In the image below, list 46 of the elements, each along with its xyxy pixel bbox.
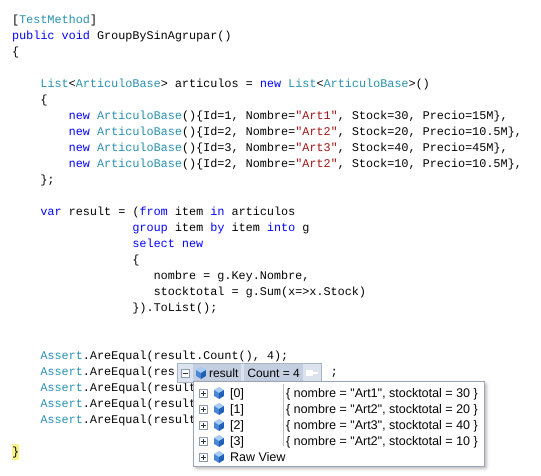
item-name: [3] (230, 433, 244, 449)
variable-name: result (209, 365, 238, 382)
expand-icon[interactable] (199, 388, 208, 398)
code-line: { (132, 252, 140, 268)
code-line: [TestMethod] (12, 12, 97, 28)
code-line: Assert.AreEqual(result (40, 380, 196, 396)
item-name: [1] (230, 401, 244, 417)
code-line: var result = (from item in articulos (40, 204, 296, 220)
item-value: { nombre = "Art2", stocktotal = 20 } (285, 401, 478, 417)
code-line: Assert.AreEqual(result (40, 412, 196, 428)
code-line: group item by item into g (132, 220, 310, 236)
object-icon (214, 451, 224, 463)
code-line: }; (40, 172, 54, 188)
object-icon (214, 387, 224, 399)
variable-value: Count = 4 (244, 364, 303, 382)
item-name: Raw View (230, 449, 286, 465)
code-line: new ArticuloBase(){Id=3, Nombre="Art3", Stock=40, Precio=45M}, (68, 140, 508, 156)
code-line: stocktotal = g.Sum(x=>x.Stock) (154, 284, 366, 300)
collapse-icon[interactable] (181, 368, 190, 378)
expand-icon[interactable] (199, 452, 208, 462)
expand-icon[interactable] (199, 420, 208, 430)
object-icon (196, 367, 206, 379)
code-line: List<ArticuloBase> articulos = new List<ArticuloBase>() (40, 76, 430, 92)
object-icon (214, 403, 224, 415)
item-name: [2] (230, 417, 244, 433)
code-line: new ArticuloBase(){Id=1, Nombre="Art1", Stock=30, Precio=15M}, (68, 108, 508, 124)
code-line: { (40, 92, 48, 108)
expand-icon[interactable] (199, 404, 208, 414)
item-value: { nombre = "Art2", stocktotal = 10 } (285, 433, 478, 449)
code-line: public void GroupBySinAgrupar() (12, 28, 232, 44)
code-line: }).ToList(); (132, 300, 218, 316)
item-name: [0] (230, 385, 244, 401)
code-line: new ArticuloBase(){Id=2, Nombre="Art2", Stock=20, Precio=10.5M}, (68, 124, 522, 140)
code-line: nombre = g.Key.Nombre, (154, 268, 310, 284)
code-line: { (12, 44, 20, 60)
code-fragment: ; (330, 364, 338, 380)
object-icon (214, 419, 224, 431)
code-line: new ArticuloBase(){Id=2, Nombre="Art2", Stock=10, Precio=10.5M}, (68, 156, 522, 172)
code-line: select new (132, 236, 204, 252)
code-line: Assert.AreEqual(result (40, 396, 196, 412)
expand-icon[interactable] (199, 436, 208, 446)
code-line: Assert.AreEqual(res (40, 364, 175, 380)
item-value: { nombre = "Art3", stocktotal = 40 } (285, 417, 478, 433)
code-line: Assert.AreEqual(result.Count(), 4); (40, 348, 288, 364)
item-value: { nombre = "Art1", stocktotal = 30 } (285, 385, 478, 401)
object-icon (214, 435, 224, 447)
